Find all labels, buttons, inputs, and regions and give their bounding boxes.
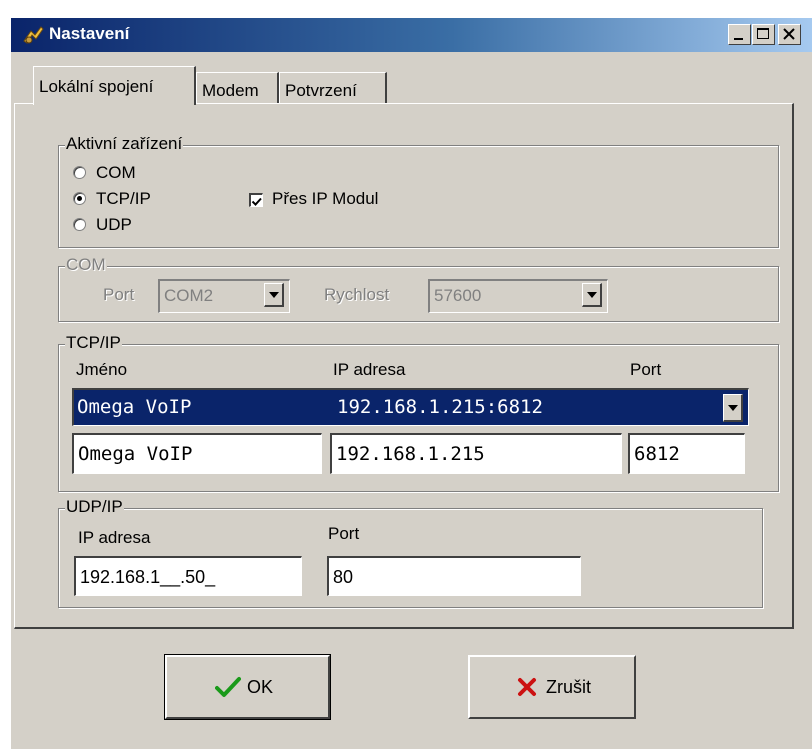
- udp-port-value: 80: [333, 567, 354, 587]
- udp-ip-label: IP adresa: [78, 528, 151, 547]
- pres-ip-modul-label: Přes IP Modul: [272, 189, 379, 208]
- com-port-dropdown-button[interactable]: [264, 283, 284, 307]
- close-icon: [783, 28, 795, 40]
- udpip-legend: UDP/IP: [65, 497, 124, 516]
- radio-udp-label: UDP: [96, 215, 132, 234]
- tab-label: Potvrzení: [285, 81, 357, 100]
- udp-ip-value: 192.168.1__.50_: [80, 567, 216, 587]
- tcpip-ip-value: 192.168.1.215: [336, 443, 485, 465]
- chevron-down-icon: [269, 292, 279, 298]
- rychlost-dropdown-button[interactable]: [582, 283, 602, 307]
- col-name-header: Jméno: [76, 360, 128, 379]
- combo-selected-name: Omega VoIP: [77, 396, 192, 418]
- tab-label: Lokální spojení: [39, 77, 154, 96]
- col-port-header: Port: [630, 360, 662, 379]
- pres-ip-modul-checkbox[interactable]: [249, 193, 263, 207]
- minimize-button[interactable]: [728, 24, 751, 45]
- udp-ip-input[interactable]: 192.168.1__.50_: [74, 556, 302, 596]
- rychlost-value: 57600: [434, 286, 482, 305]
- tcpip-ip-input[interactable]: 192.168.1.215: [330, 433, 622, 474]
- col-ip-header: IP adresa: [333, 360, 406, 379]
- cancel-button[interactable]: Zrušit: [468, 655, 636, 719]
- tcpip-port-value: 6812: [634, 443, 680, 465]
- radio-com-label: COM: [96, 163, 136, 182]
- com-port-label: Port: [103, 285, 135, 304]
- radio-udp[interactable]: [73, 218, 86, 231]
- rychlost-select[interactable]: 57600: [428, 279, 608, 313]
- title-bar[interactable]: Nastavení: [11, 18, 812, 52]
- close-button[interactable]: [778, 24, 801, 45]
- combo-selected-address: 192.168.1.215:6812: [337, 396, 543, 418]
- active-device-group: [58, 145, 779, 248]
- maximize-button[interactable]: [752, 24, 775, 45]
- rychlost-label: Rychlost: [324, 285, 390, 304]
- chevron-down-icon: [728, 405, 738, 411]
- udp-port-input[interactable]: 80: [327, 556, 581, 596]
- tcpip-legend: TCP/IP: [65, 333, 122, 352]
- tab-modem[interactable]: Modem: [196, 72, 279, 104]
- ok-label: OK: [247, 676, 274, 697]
- cross-icon: [518, 678, 536, 696]
- chevron-down-icon: [587, 292, 597, 298]
- cancel-label: Zrušit: [546, 676, 591, 697]
- tcpip-port-input[interactable]: 6812: [628, 433, 745, 474]
- tab-label: Modem: [202, 81, 259, 100]
- com-legend: COM: [65, 255, 107, 274]
- tcpip-connection-combo[interactable]: Omega VoIP 192.168.1.215:6812: [72, 388, 749, 426]
- tab-potvrzeni[interactable]: Potvrzení: [279, 72, 387, 104]
- maximize-icon: [757, 28, 769, 39]
- tab-lokalni-spojeni[interactable]: Lokální spojení: [33, 66, 196, 105]
- radio-com[interactable]: [73, 166, 86, 179]
- checkmark-icon: [251, 197, 262, 206]
- tcpip-name-input[interactable]: Omega VoIP: [72, 433, 322, 474]
- checkmark-icon: [215, 677, 241, 697]
- radio-selected-dot: [77, 196, 82, 201]
- window-title: Nastavení: [49, 24, 130, 43]
- ok-button[interactable]: OK: [164, 654, 331, 720]
- udp-port-label: Port: [328, 524, 360, 543]
- tcpip-dropdown-button[interactable]: [723, 394, 743, 422]
- active-device-legend: Aktivní zařízení: [65, 134, 184, 153]
- minimize-icon: [734, 38, 743, 40]
- radio-tcpip[interactable]: [73, 192, 86, 205]
- app-icon: [23, 26, 44, 44]
- tcpip-name-value: Omega VoIP: [78, 443, 193, 465]
- radio-tcpip-label: TCP/IP: [96, 189, 151, 208]
- com-port-value: COM2: [164, 286, 214, 305]
